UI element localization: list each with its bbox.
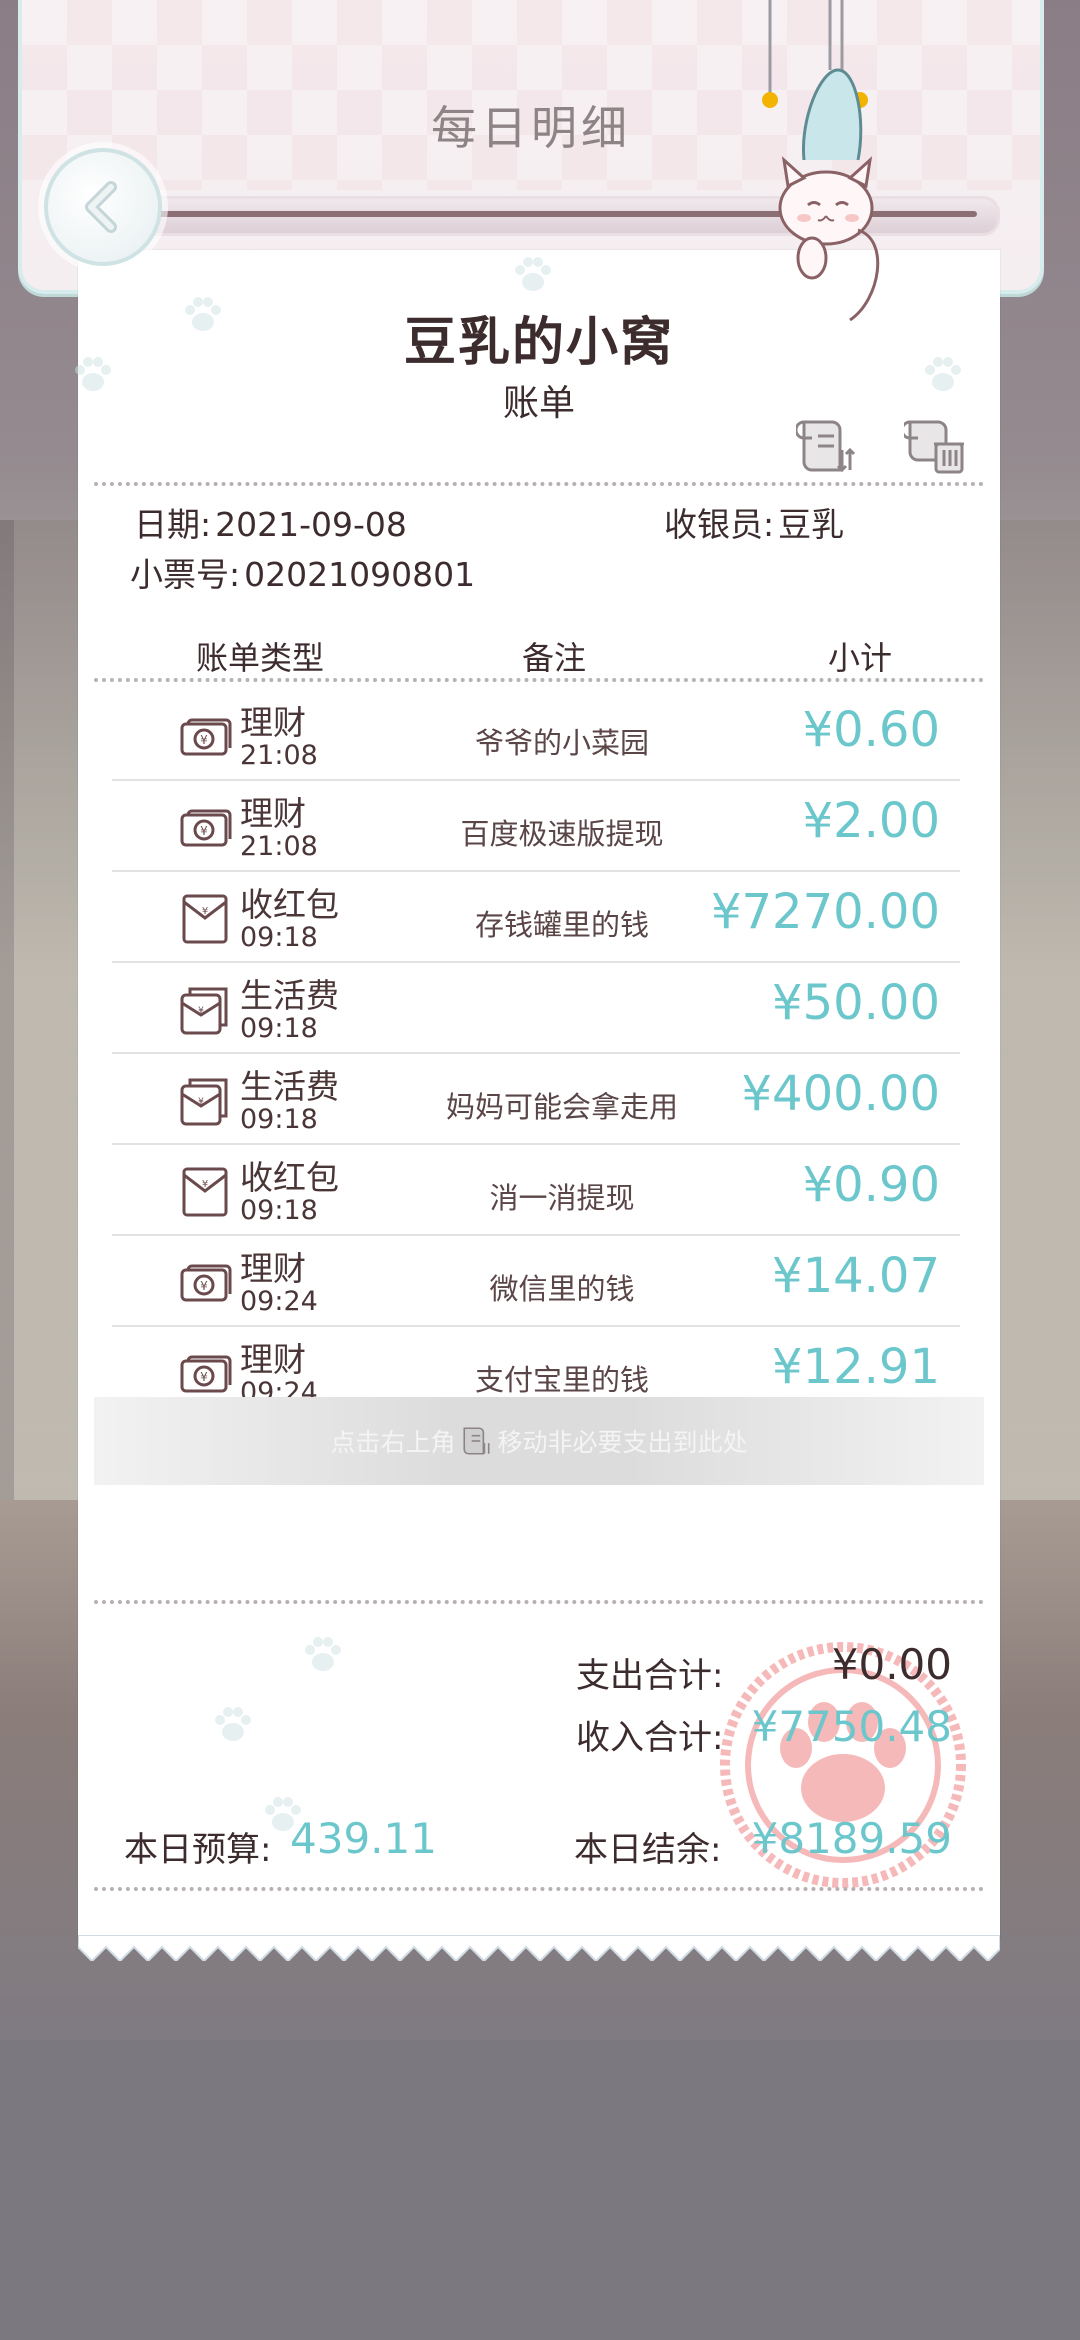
table-row[interactable]: ¥ 理财 09:24 微信里的钱 ¥14.07 [112, 1236, 960, 1327]
svg-text:¥: ¥ [200, 1370, 208, 1384]
svg-text:¥: ¥ [198, 1006, 204, 1016]
row-type: 生活费 [240, 1067, 339, 1106]
expense-total-value: ¥0.00 [831, 1640, 952, 1689]
svg-text:¥: ¥ [202, 1179, 208, 1190]
table-row[interactable]: ¥ 收红包 09:18 消一消提现 ¥0.90 [112, 1145, 960, 1236]
income-total-label: 收入合计: [576, 1718, 724, 1758]
svg-text:¥: ¥ [200, 733, 208, 747]
row-amount: ¥400.00 [741, 1066, 941, 1122]
table-row[interactable]: ¥ 理财 21:08 百度极速版提现 ¥2.00 [112, 781, 960, 872]
expense-total-label: 支出合计: [576, 1656, 724, 1696]
living-allowance-icon: ¥ [178, 983, 232, 1037]
finance-icon: ¥ [178, 1256, 232, 1310]
svg-text:¥: ¥ [200, 1279, 208, 1293]
row-type: 理财 [240, 703, 306, 742]
finance-icon: ¥ [178, 801, 232, 855]
drop-zone-hint[interactable]: 点击右上角 移动非必要支出到此处 [94, 1397, 984, 1485]
divider [94, 1600, 984, 1604]
row-type: 理财 [240, 1340, 306, 1379]
receipt-move-icon [796, 420, 856, 473]
row-note: 存钱罐里的钱 [474, 908, 649, 942]
table-row[interactable]: ¥ 生活费 09:18 ¥50.00 [112, 963, 960, 1054]
cat-mascot-icon [762, 0, 880, 322]
row-note: 百度极速版提现 [460, 817, 664, 851]
row-type: 收红包 [240, 1158, 339, 1197]
cashier-field: 收银员: 豆乳 [664, 498, 844, 546]
balance-value: ¥8189.59 [751, 1814, 952, 1863]
row-time: 21:08 [240, 831, 318, 862]
chevron-left-icon [85, 181, 117, 233]
row-amount: ¥0.90 [802, 1157, 940, 1213]
receipt-trash-icon [904, 420, 964, 474]
svg-text:¥: ¥ [202, 906, 208, 917]
delete-button[interactable] [900, 410, 972, 482]
table-row[interactable]: ¥ 收红包 09:18 存钱罐里的钱 ¥7270.00 [112, 872, 960, 963]
budget-value: 439.11 [290, 1814, 437, 1863]
receipt-torn-edge [78, 1935, 1000, 1961]
ticket-label: 小票号: [130, 555, 241, 594]
row-amount: ¥12.91 [772, 1339, 940, 1395]
row-note: 爷爷的小菜园 [474, 726, 649, 760]
row-time: 09:18 [240, 1104, 318, 1135]
row-time: 09:18 [240, 922, 318, 953]
row-amount: ¥14.07 [772, 1248, 940, 1304]
row-note: 消一消提现 [489, 1181, 635, 1215]
table-row[interactable]: ¥ 生活费 09:18 妈妈可能会拿走用 ¥400.00 [112, 1054, 960, 1145]
column-header-type: 账单类型 [196, 639, 325, 677]
column-header-subtotal: 小计 [828, 639, 893, 677]
paw-print-icon [508, 250, 558, 300]
receipt-move-icon [462, 1427, 489, 1455]
cashier-value: 豆乳 [778, 505, 845, 544]
finance-icon: ¥ [178, 1347, 232, 1401]
ticket-value: 02021090801 [244, 555, 476, 594]
date-label: 日期: [134, 505, 212, 544]
back-button[interactable] [44, 148, 162, 266]
row-note: 支付宝里的钱 [474, 1363, 649, 1397]
paw-print-icon [208, 1700, 258, 1750]
divider [94, 1887, 984, 1891]
income-total-value: ¥7750.48 [751, 1702, 952, 1751]
paw-print-icon [298, 1630, 348, 1680]
column-header-note: 备注 [522, 639, 587, 677]
row-amount: ¥2.00 [802, 793, 940, 849]
svg-text:¥: ¥ [198, 1097, 204, 1107]
row-type: 理财 [240, 1249, 306, 1288]
row-type: 理财 [240, 794, 306, 833]
row-time: 09:18 [240, 1195, 318, 1226]
receipt: 豆乳的小窝 账单 日期: 2021-09-08 收银员: 豆乳 小票号: 020210… [75, 250, 1000, 1940]
living-allowance-icon: ¥ [178, 1074, 232, 1128]
hint-text-before: 点击右上角 [330, 1428, 456, 1457]
red-envelope-icon: ¥ [178, 1165, 232, 1219]
table-row[interactable]: ¥ 理财 21:08 爷爷的小菜园 ¥0.60 [112, 690, 960, 781]
background-floor [0, 2040, 1080, 2340]
budget-label: 本日预算: [124, 1830, 272, 1870]
row-amount: ¥0.60 [802, 702, 940, 758]
row-time: 09:18 [240, 1013, 318, 1044]
divider [94, 678, 984, 682]
row-note: 微信里的钱 [489, 1272, 635, 1306]
move-expense-button[interactable] [792, 410, 864, 482]
date-field: 日期: 2021-09-08 [134, 498, 407, 546]
row-type: 生活费 [240, 976, 339, 1015]
divider [94, 482, 984, 486]
cashier-label: 收银员: [664, 505, 775, 544]
transaction-list: ¥ 理财 21:08 爷爷的小菜园 ¥0.60 ¥ 理财 21:08 百度极速版… [112, 690, 960, 1418]
hint-text-after: 移动非必要支出到此处 [497, 1428, 748, 1457]
row-time: 09:24 [240, 1286, 318, 1317]
red-envelope-icon: ¥ [178, 892, 232, 946]
row-time: 21:08 [240, 740, 318, 771]
svg-text:¥: ¥ [200, 824, 208, 838]
row-amount: ¥7270.00 [710, 884, 940, 940]
row-amount: ¥50.00 [772, 975, 940, 1031]
date-value: 2021-09-08 [215, 505, 407, 544]
ticket-field: 小票号: 02021090801 [130, 548, 475, 596]
row-type: 收红包 [240, 885, 339, 924]
row-note: 妈妈可能会拿走用 [445, 1090, 678, 1124]
balance-label: 本日结余: [574, 1830, 722, 1870]
finance-icon: ¥ [178, 710, 232, 764]
